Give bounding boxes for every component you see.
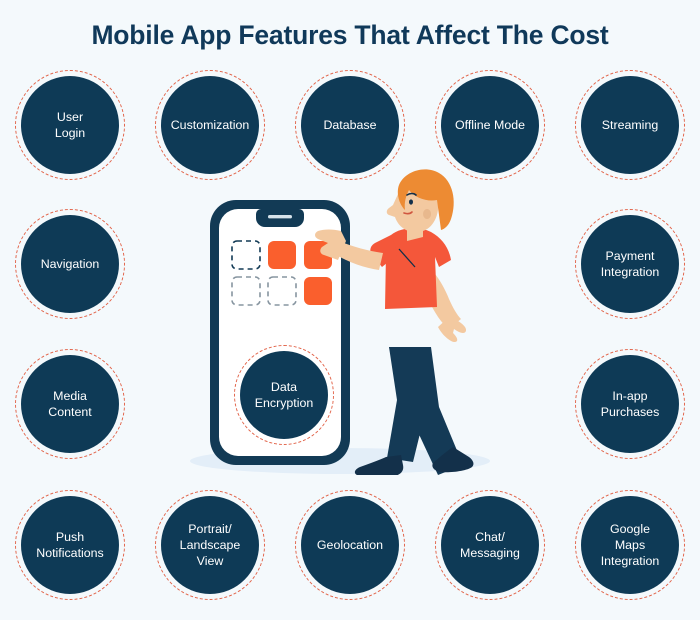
feature-bubble-core: Google Maps Integration	[581, 496, 679, 594]
feature-bubble-label: Navigation	[40, 257, 100, 271]
feature-bubble-label: Database	[323, 118, 377, 132]
feature-bubble-label: In-app Purchases	[600, 389, 660, 419]
feature-bubble-core: Streaming	[581, 76, 679, 174]
feature-bubble-streaming[interactable]: Streaming	[575, 70, 685, 180]
page-title: Mobile App Features That Affect The Cost	[91, 20, 609, 50]
feature-bubble-geolocation[interactable]: Geolocation	[295, 490, 405, 600]
feature-bubble-core: Push Notifications	[21, 496, 119, 594]
feature-bubble-label: Data Encryption	[254, 380, 314, 410]
app-slot-r2c3	[304, 277, 332, 305]
feature-bubble-core: User Login	[21, 76, 119, 174]
feature-bubble-portrait-landscape-view[interactable]: Portrait/ Landscape View	[155, 490, 265, 600]
feature-bubble-core: Portrait/ Landscape View	[161, 496, 259, 594]
feature-bubble-label: User Login	[54, 110, 86, 140]
feature-bubble-core: Payment Integration	[581, 215, 679, 313]
feature-bubble-media-content[interactable]: Media Content	[15, 349, 125, 459]
illustration-woman-pointing-at-smartphone	[175, 165, 515, 475]
feature-bubble-core: Geolocation	[301, 496, 399, 594]
feature-bubble-push-notifications[interactable]: Push Notifications	[15, 490, 125, 600]
feature-bubble-label: Push Notifications	[36, 530, 104, 560]
feature-bubble-label: Offline Mode	[454, 118, 526, 132]
feature-bubble-core: Data Encryption	[240, 351, 328, 439]
feature-bubble-data-encryption[interactable]: Data Encryption	[234, 345, 334, 445]
ear	[423, 209, 432, 219]
feature-bubble-core: Customization	[161, 76, 259, 174]
feature-bubble-label: Media Content	[48, 389, 92, 419]
feature-bubble-label: Portrait/ Landscape View	[179, 522, 241, 568]
feature-bubble-label: Google Maps Integration	[600, 522, 660, 568]
feature-bubble-in-app-purchases[interactable]: In-app Purchases	[575, 349, 685, 459]
feature-bubble-offline-mode[interactable]: Offline Mode	[435, 70, 545, 180]
feature-bubble-label: Customization	[170, 118, 250, 132]
feature-bubble-customization[interactable]: Customization	[155, 70, 265, 180]
feature-bubble-core: In-app Purchases	[581, 355, 679, 453]
feature-bubble-chat-messaging[interactable]: Chat/ Messaging	[435, 490, 545, 600]
feature-bubble-label: Chat/ Messaging	[460, 530, 520, 560]
infographic-canvas: Mobile App Features That Affect The Cost	[0, 0, 700, 620]
feature-bubble-user-login[interactable]: User Login	[15, 70, 125, 180]
phone-speaker	[268, 215, 292, 219]
feature-bubble-label: Payment Integration	[600, 249, 660, 279]
feature-bubble-database[interactable]: Database	[295, 70, 405, 180]
feature-bubble-label: Streaming	[601, 118, 659, 132]
app-slot-r1c2	[268, 241, 296, 269]
feature-bubble-google-maps-integration[interactable]: Google Maps Integration	[575, 490, 685, 600]
feature-bubble-core: Chat/ Messaging	[441, 496, 539, 594]
feature-bubble-core: Offline Mode	[441, 76, 539, 174]
eye	[409, 199, 413, 205]
feature-bubble-core: Media Content	[21, 355, 119, 453]
feature-bubble-core: Navigation	[21, 215, 119, 313]
feature-bubble-navigation[interactable]: Navigation	[15, 209, 125, 319]
feature-bubble-label: Geolocation	[316, 538, 384, 552]
feature-bubble-core: Database	[301, 76, 399, 174]
feature-bubble-payment-integration[interactable]: Payment Integration	[575, 209, 685, 319]
